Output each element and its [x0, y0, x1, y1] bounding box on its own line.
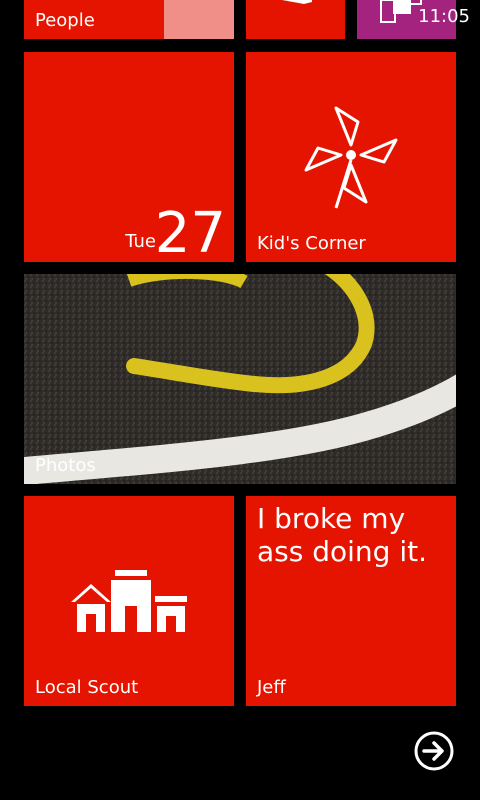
kids-corner-tile[interactable]: Kid's Corner [246, 52, 456, 262]
contact-message: I broke my ass doing it. [257, 502, 427, 568]
people-tile[interactable]: People [24, 0, 234, 39]
contact-name: Jeff [257, 677, 286, 698]
kids-corner-label: Kid's Corner [257, 233, 366, 254]
contact-tile-jeff[interactable]: I broke my ass doing it. Jeff [246, 496, 456, 706]
calendar-date: 27 [154, 201, 226, 262]
people-photo [164, 0, 234, 39]
photos-background [24, 274, 456, 484]
calendar-day: Tue [125, 231, 156, 252]
office-icon [282, 0, 312, 4]
arrow-right-icon[interactable] [414, 731, 454, 771]
people-label: People [35, 10, 95, 31]
local-scout-tile[interactable]: Local Scout [24, 496, 234, 706]
pinwheel-icon [304, 106, 398, 209]
local-scout-label: Local Scout [35, 677, 139, 698]
photos-label: Photos [35, 455, 96, 476]
status-time: 11:05 [418, 6, 470, 27]
photos-tile[interactable]: Photos [24, 274, 456, 484]
office-tile[interactable] [246, 0, 345, 39]
calendar-tile[interactable]: Tue 27 [24, 52, 234, 262]
local-scout-icon [71, 570, 187, 632]
